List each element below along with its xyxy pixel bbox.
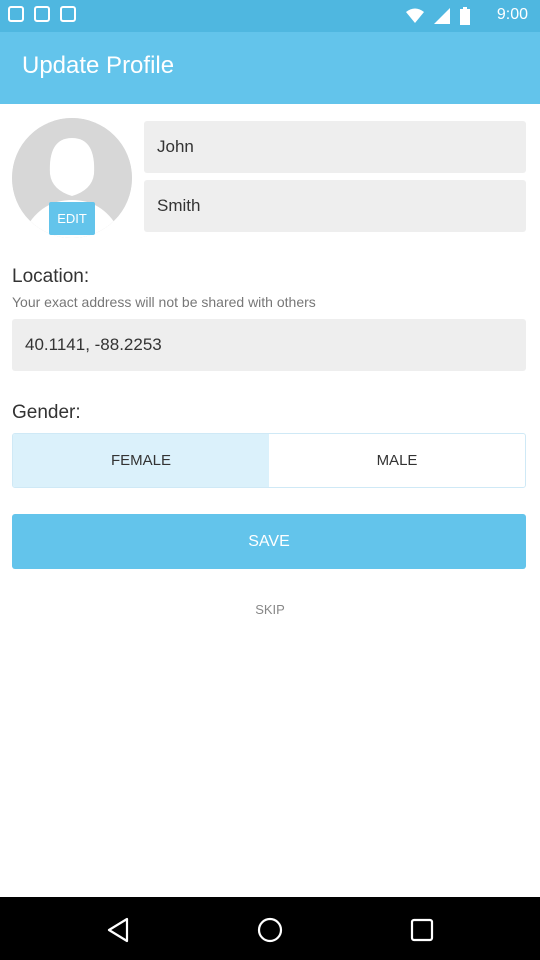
gender-selector: FEMALE MALE — [12, 433, 526, 488]
status-bar: 9:00 — [0, 0, 540, 32]
location-field[interactable]: 40.1141, -88.2253 — [12, 319, 526, 371]
navigation-bar — [0, 897, 540, 960]
location-label: Location: — [12, 266, 90, 287]
notification-icons — [8, 6, 76, 22]
notification-icon — [8, 6, 24, 22]
wifi-icon — [406, 8, 424, 23]
app-bar: Update Profile — [0, 32, 540, 104]
edit-avatar-button[interactable]: EDIT — [49, 202, 95, 235]
notification-icon — [34, 6, 50, 22]
location-hint: Your exact address will not be shared wi… — [12, 294, 316, 310]
first-name-field[interactable]: John — [144, 121, 526, 173]
gender-option-male[interactable]: MALE — [269, 434, 525, 487]
status-time: 9:00 — [496, 6, 528, 23]
battery-icon — [460, 7, 470, 25]
page-title: Update Profile — [22, 52, 175, 79]
recents-icon[interactable] — [407, 915, 437, 945]
back-icon[interactable] — [103, 915, 133, 945]
gender-option-female[interactable]: FEMALE — [13, 434, 269, 487]
last-name-field[interactable]: Smith — [144, 180, 526, 232]
skip-link[interactable]: SKIP — [0, 602, 540, 617]
notification-icon — [60, 6, 76, 22]
save-button[interactable]: SAVE — [12, 514, 526, 569]
gender-label: Gender: — [12, 402, 81, 423]
home-icon[interactable] — [255, 915, 285, 945]
status-icons — [406, 7, 470, 25]
signal-icon — [434, 8, 450, 24]
